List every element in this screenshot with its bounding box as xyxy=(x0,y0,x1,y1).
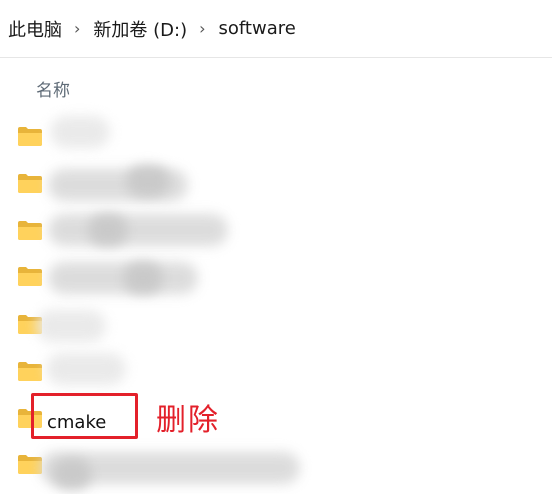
breadcrumb-software[interactable]: software xyxy=(219,18,296,39)
list-item[interactable] xyxy=(18,262,218,294)
redacted-name xyxy=(126,165,170,197)
highlight-box xyxy=(31,393,138,439)
folder-icon xyxy=(18,266,42,286)
list-item[interactable] xyxy=(18,116,198,152)
chevron-right-icon[interactable]: › xyxy=(74,19,80,38)
breadcrumb-drive-d[interactable]: 新加卷 (D:) xyxy=(93,16,187,42)
redacted-name xyxy=(88,214,128,246)
annotation-label: 删除 xyxy=(156,403,220,438)
list-item[interactable] xyxy=(18,165,218,201)
redacted-name xyxy=(123,262,163,294)
chevron-right-icon[interactable]: › xyxy=(199,19,205,38)
list-item[interactable] xyxy=(18,310,138,342)
redacted-name xyxy=(36,310,106,342)
folder-icon xyxy=(18,454,42,474)
list-item[interactable] xyxy=(18,353,138,387)
folder-icon xyxy=(18,220,42,240)
redacted-name xyxy=(52,458,92,490)
folder-icon xyxy=(18,126,42,146)
list-item[interactable] xyxy=(18,214,248,246)
breadcrumb-this-pc[interactable]: 此电脑 xyxy=(8,16,62,42)
breadcrumb: 此电脑 › 新加卷 (D:) › software xyxy=(0,0,552,58)
redacted-name xyxy=(46,353,126,385)
folder-icon xyxy=(18,361,42,381)
redacted-name xyxy=(50,116,110,148)
list-item[interactable] xyxy=(18,450,318,490)
folder-icon xyxy=(18,173,42,193)
column-header-name[interactable]: 名称 xyxy=(36,76,70,101)
redacted-name xyxy=(48,214,228,246)
